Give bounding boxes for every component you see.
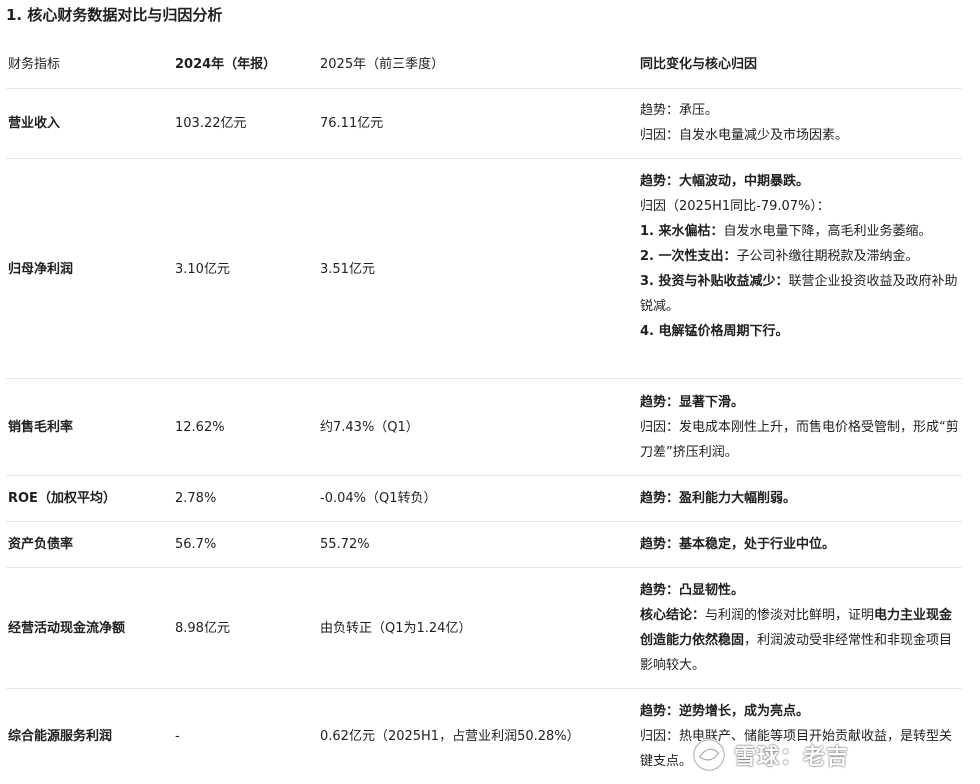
row-2-metric: 销售毛利率 (8, 420, 74, 435)
header-2025: 2025年（前三季度） (320, 57, 445, 72)
analysis-segment: 1. 来水偏枯： (640, 224, 724, 239)
analysis-paragraph: 趋势：凸显韧性。 (640, 578, 962, 603)
analysis-segment: 自发水电量下降，高毛利业务萎缩。 (723, 224, 932, 239)
analysis-segment: 趋势：大幅波动，中期暴跌。 (640, 174, 810, 189)
header-metric: 财务指标 (8, 57, 61, 72)
analysis-segment: 2. 一次性支出： (640, 249, 737, 264)
analysis-paragraph: 趋势：盈利能力大幅削弱。 (640, 486, 962, 511)
row-divider (6, 567, 962, 568)
analysis-paragraph: 趋势：承压。 (640, 98, 962, 123)
row-divider (6, 378, 962, 379)
analysis-paragraph: 归因（2025H1同比-79.07%）： (640, 194, 962, 219)
analysis-segment: 与利润的惨淡对比鲜明，证明 (705, 608, 875, 623)
row-0-2024: 103.22亿元 (175, 116, 247, 131)
row-2-2024: 12.62% (175, 420, 225, 435)
analysis-paragraph: 趋势：显著下滑。 (640, 390, 962, 415)
row-0-2025: 76.11亿元 (320, 116, 384, 131)
row-3-2025: -0.04%（Q1转负） (320, 491, 437, 506)
analysis-segment: 趋势：盈利能力大幅削弱。 (640, 491, 797, 506)
analysis-segment: 趋势：显著下滑。 (640, 395, 745, 410)
row-6-2025: 0.62亿元（2025H1，占营业利润50.28%） (320, 729, 580, 744)
row-1-analysis: 趋势：大幅波动，中期暴跌。归因（2025H1同比-79.07%）： 1. 来水偏枯… (640, 169, 962, 344)
watermark: 雪球：老吉 (690, 734, 970, 776)
row-4-analysis: 趋势：基本稳定，处于行业中位。 (640, 532, 962, 557)
row-0-analysis: 趋势：承压。归因：自发水电量减少及市场因素。 (640, 98, 962, 148)
analysis-segment: 4. 电解锰价格周期下行。 (640, 324, 789, 339)
snowball-logo-icon (692, 738, 726, 772)
analysis-segment: 趋势：承压。 (640, 103, 719, 118)
row-6-2024: - (175, 729, 180, 744)
header-analysis: 同比变化与核心归因 (640, 57, 758, 72)
row-3-2024: 2.78% (175, 491, 217, 506)
row-3-metric: ROE（加权平均） (8, 491, 116, 506)
header-2024: 2024年（年报） (175, 57, 277, 72)
row-2-analysis: 趋势：显著下滑。归因：发电成本刚性上升，而售电价格受管制，形成“剪刀差”挤压利润… (640, 390, 962, 465)
analysis-paragraph: 趋势：大幅波动，中期暴跌。 (640, 169, 962, 194)
analysis-paragraph: 归因：自发水电量减少及市场因素。 (640, 123, 962, 148)
analysis-paragraph: 趋势：逆势增长，成为亮点。 (640, 699, 962, 724)
row-4-2025: 55.72% (320, 537, 370, 552)
analysis-segment: 归因（2025H1同比-79.07%）： (640, 199, 830, 214)
header-divider (6, 88, 962, 89)
analysis-segment: 趋势：逆势增长，成为亮点。 (640, 704, 810, 719)
analysis-segment: 归因：发电成本刚性上升，而售电价格受管制，形成“剪刀差”挤压利润。 (640, 420, 959, 460)
analysis-paragraph: 1. 来水偏枯：自发水电量下降，高毛利业务萎缩。 (640, 219, 962, 244)
analysis-segment: 归因：自发水电量减少及市场因素。 (640, 128, 849, 143)
analysis-paragraph: 2. 一次性支出：子公司补缴往期税款及滞纳金。 (640, 244, 962, 269)
analysis-paragraph: 趋势：基本稳定，处于行业中位。 (640, 532, 962, 557)
analysis-segment: 核心结论： (640, 608, 706, 623)
analysis-segment: 趋势：凸显韧性。 (640, 583, 745, 598)
analysis-paragraph: 核心结论：与利润的惨淡对比鲜明，证明电力主业现金创造能力依然稳固，利润波动受非经… (640, 603, 962, 678)
row-4-metric: 资产负债率 (8, 537, 74, 552)
analysis-segment: 子公司补缴往期税款及滞纳金。 (736, 249, 919, 264)
row-1-2024: 3.10亿元 (175, 262, 230, 277)
row-divider (6, 475, 962, 476)
row-4-2024: 56.7% (175, 537, 217, 552)
analysis-segment: 趋势：基本稳定，处于行业中位。 (640, 537, 836, 552)
row-divider (6, 688, 962, 689)
analysis-segment: 3. 投资与补贴收益减少： (640, 274, 789, 289)
row-1-metric: 归母净利润 (8, 262, 74, 277)
row-divider (6, 521, 962, 522)
row-divider (6, 158, 962, 159)
row-0-metric: 营业收入 (8, 116, 61, 131)
row-5-2024: 8.98亿元 (175, 621, 230, 636)
analysis-paragraph: 4. 电解锰价格周期下行。 (640, 319, 962, 344)
section-title: 1. 核心财务数据对比与归因分析 (6, 6, 223, 24)
row-3-analysis: 趋势：盈利能力大幅削弱。 (640, 486, 962, 511)
row-5-2025: 由负转正（Q1为1.24亿） (320, 621, 472, 636)
row-5-analysis: 趋势：凸显韧性。核心结论：与利润的惨淡对比鲜明，证明电力主业现金创造能力依然稳固… (640, 578, 962, 678)
watermark-text: 雪球：老吉 (734, 745, 850, 770)
row-6-metric: 综合能源服务利润 (8, 729, 113, 744)
analysis-paragraph: 归因：发电成本刚性上升，而售电价格受管制，形成“剪刀差”挤压利润。 (640, 415, 962, 465)
row-5-metric: 经营活动现金流净额 (8, 621, 126, 636)
analysis-paragraph: 3. 投资与补贴收益减少：联营企业投资收益及政府补助锐减。 (640, 269, 962, 319)
row-1-2025: 3.51亿元 (320, 262, 375, 277)
row-2-2025: 约7.43%（Q1） (320, 420, 419, 435)
